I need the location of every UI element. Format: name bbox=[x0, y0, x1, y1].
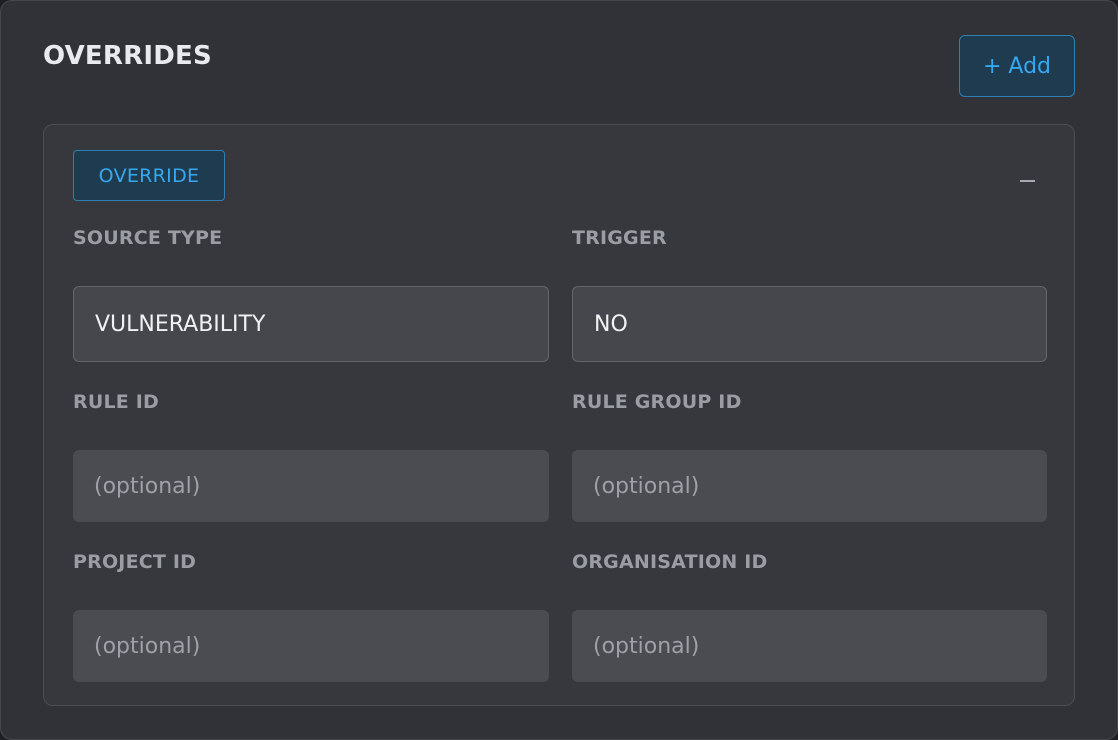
rule-id-input[interactable] bbox=[73, 450, 549, 522]
section-title: OVERRIDES bbox=[43, 41, 212, 71]
organisation-id-input[interactable] bbox=[572, 610, 1047, 682]
organisation-id-label: ORGANISATION ID bbox=[572, 551, 768, 573]
project-id-input[interactable] bbox=[73, 610, 549, 682]
overrides-panel: OVERRIDES + Add OVERRIDE SOURCE TYPE TRI… bbox=[0, 0, 1118, 740]
source-type-select[interactable]: VULNERABILITY bbox=[73, 286, 549, 362]
override-badge: OVERRIDE bbox=[73, 150, 225, 201]
rule-id-label: RULE ID bbox=[73, 391, 160, 413]
collapse-button[interactable] bbox=[1012, 169, 1042, 193]
source-type-label: SOURCE TYPE bbox=[73, 227, 223, 249]
rule-group-id-label: RULE GROUP ID bbox=[572, 391, 742, 413]
rule-group-id-input[interactable] bbox=[572, 450, 1047, 522]
project-id-label: PROJECT ID bbox=[73, 551, 197, 573]
add-override-button[interactable]: + Add bbox=[959, 35, 1075, 97]
override-card: OVERRIDE SOURCE TYPE TRIGGER VULNERABILI… bbox=[43, 124, 1075, 706]
trigger-label: TRIGGER bbox=[572, 227, 667, 249]
trigger-select[interactable]: NO bbox=[572, 286, 1047, 362]
minus-icon bbox=[1019, 180, 1035, 182]
